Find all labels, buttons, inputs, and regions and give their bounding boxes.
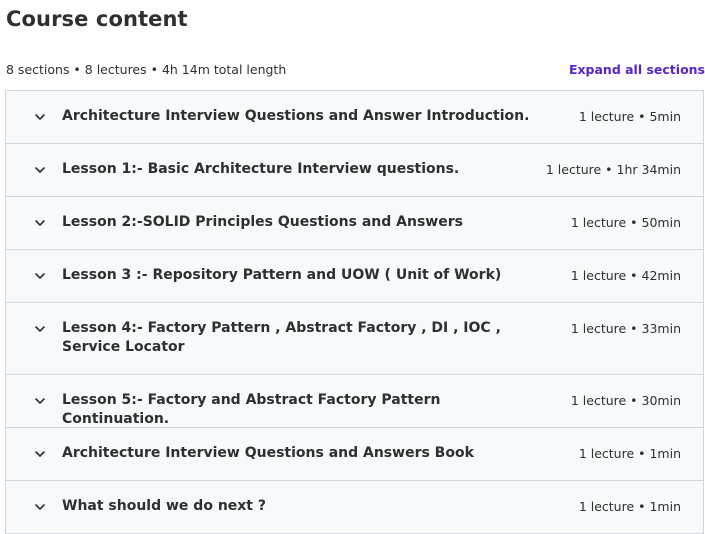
chevron-down-icon [32, 446, 48, 462]
section-meta: 1 lecture • 1hr 34min [545, 162, 681, 177]
section-row[interactable]: Architecture Interview Questions and Ans… [6, 428, 703, 481]
section-row[interactable]: Lesson 5:- Factory and Abstract Factory … [6, 375, 703, 428]
section-title: Lesson 1:- Basic Architecture Interview … [62, 161, 460, 177]
section-row[interactable]: What should we do next ? 1 lecture • 1mi… [6, 481, 703, 533]
section-meta: 1 lecture • 30min [570, 393, 681, 408]
section-title: Architecture Interview Questions and Ans… [62, 108, 530, 124]
section-title: What should we do next ? [62, 498, 266, 514]
chevron-down-icon [32, 215, 48, 231]
section-row[interactable]: Lesson 2:-SOLID Principles Questions and… [6, 197, 703, 250]
section-meta: 1 lecture • 5min [578, 109, 681, 124]
section-title: Lesson 4:- Factory Pattern , Abstract Fa… [62, 320, 501, 355]
section-row[interactable]: Lesson 1:- Basic Architecture Interview … [6, 144, 703, 197]
expand-all-sections-button[interactable]: Expand all sections [569, 61, 705, 79]
section-title: Lesson 2:-SOLID Principles Questions and… [62, 214, 463, 230]
chevron-down-icon [32, 162, 48, 178]
course-summary-text: 8 sections • 8 lectures • 4h 14m total l… [6, 62, 287, 77]
section-meta: 1 lecture • 42min [570, 268, 681, 283]
chevron-down-icon [32, 321, 48, 337]
section-row[interactable]: Lesson 4:- Factory Pattern , Abstract Fa… [6, 303, 703, 375]
section-row[interactable]: Lesson 3 :- Repository Pattern and UOW (… [6, 250, 703, 303]
chevron-down-icon [32, 109, 48, 125]
chevron-down-icon [32, 499, 48, 515]
section-list: Architecture Interview Questions and Ans… [5, 90, 704, 534]
section-meta: 1 lecture • 33min [570, 321, 681, 336]
section-row[interactable]: Architecture Interview Questions and Ans… [6, 91, 703, 144]
section-meta: 1 lecture • 1min [578, 499, 681, 514]
course-summary-bar: 8 sections • 8 lectures • 4h 14m total l… [6, 61, 705, 79]
section-meta: 1 lecture • 50min [570, 215, 681, 230]
chevron-down-icon [32, 268, 48, 284]
section-title: Architecture Interview Questions and Ans… [62, 445, 474, 461]
chevron-down-icon [32, 393, 48, 409]
section-meta: 1 lecture • 1min [578, 446, 681, 461]
page-title: Course content [6, 7, 188, 31]
section-title: Lesson 5:- Factory and Abstract Factory … [62, 392, 441, 427]
section-title: Lesson 3 :- Repository Pattern and UOW (… [62, 267, 502, 283]
